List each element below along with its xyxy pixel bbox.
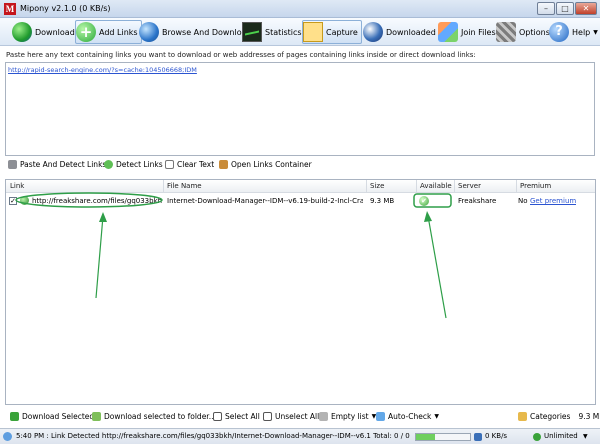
status-message: 5:40 PM : Link Detected http://freakshar… (16, 432, 411, 440)
select-all-label: Select All (225, 412, 260, 421)
annotation-arrowhead-available (424, 211, 432, 222)
status-info-icon (3, 432, 12, 441)
download-folder-icon (92, 412, 101, 421)
annotation-arrowhead-link (99, 212, 107, 222)
empty-list-dropdown[interactable]: Empty list ▼ (319, 412, 376, 421)
categories-size: 9.3 MB (578, 412, 600, 421)
annotation-arrow-available (427, 215, 447, 319)
checkbox-empty-icon (263, 412, 272, 421)
checkbox-checked-icon (213, 412, 222, 421)
auto-check-dropdown[interactable]: Auto-Check ▼ (376, 412, 439, 421)
annotation-arrow-link (95, 215, 104, 299)
unselect-all-label: Unselect All (275, 412, 320, 421)
categories-icon (518, 412, 527, 421)
download-selected-button[interactable]: Download Selected (10, 412, 94, 421)
download-folder-label: Download selected to folder... (104, 412, 216, 421)
chevron-down-icon: ▼ (434, 413, 439, 420)
progress-bar (415, 433, 471, 441)
broom-icon (319, 412, 328, 421)
speed-value: 0 KB/s (485, 432, 508, 440)
categories-button[interactable]: Categories 9.3 MB (518, 412, 600, 421)
unselect-all-button[interactable]: Unselect All (263, 412, 319, 421)
bottom-action-bar: Download Selected Download selected to f… (0, 411, 600, 425)
annotation-box-available (413, 193, 452, 208)
annotation-overlay (15, 192, 452, 319)
select-all-button[interactable]: Select All (213, 412, 260, 421)
limit-icon (533, 433, 541, 441)
download-selected-label: Download Selected (22, 412, 95, 421)
auto-check-label: Auto-Check (388, 412, 432, 421)
annotation-ellipse-link (15, 192, 163, 208)
status-bar: 5:40 PM : Link Detected http://freakshar… (0, 428, 600, 444)
categories-label: Categories (530, 412, 571, 421)
download-arrow-icon (10, 412, 19, 421)
download-to-folder-button[interactable]: Download selected to folder... (92, 412, 216, 421)
speed-download-icon (474, 433, 482, 441)
auto-check-icon (376, 412, 385, 421)
empty-list-label: Empty list (331, 412, 369, 421)
speed-limit-dropdown[interactable]: Unlimited ▼ (544, 432, 588, 440)
